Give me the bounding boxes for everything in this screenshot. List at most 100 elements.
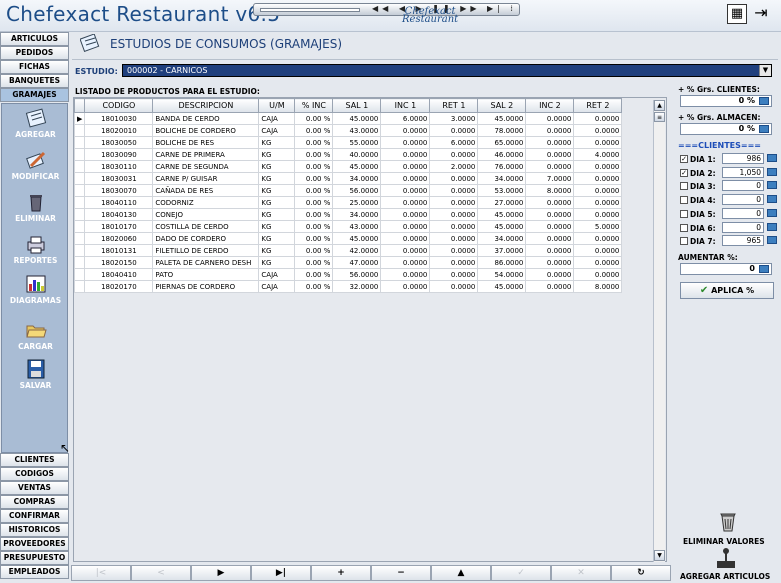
cell--inc[interactable]: 0.00 % [294,256,334,269]
table-row[interactable]: 18040130 CONEJO KG 0.00 % 34.0000 0.0000 0.000… [73,208,623,221]
table-row[interactable]: 18010131 FILETILLO DE CERDO KG 0.00 % 42.000… [73,244,623,257]
cell-inc-1[interactable]: 0.0000 [380,148,431,161]
calculator-icon[interactable] [767,222,777,231]
cell-inc-1[interactable]: 0.0000 [380,280,431,293]
joystick-icon[interactable] [714,547,738,569]
cell-inc-1[interactable]: 0.0000 [380,184,431,197]
column-header-ret-1[interactable]: RET 1 [429,98,479,113]
dia-value-field[interactable]: 1,050 [722,166,764,178]
cell-u-m[interactable]: KG [258,220,296,233]
cell-codigo[interactable]: 18020060 [84,232,154,245]
cell-u-m[interactable]: KG [258,232,296,245]
column-header-sal-1[interactable]: SAL 1 [332,98,382,113]
cell-u-m[interactable]: CAJA [258,268,296,281]
cell--inc[interactable]: 0.00 % [294,136,334,149]
pct-almacen-field[interactable]: 0 % [680,123,772,135]
cell-ret-2[interactable]: 5.0000 [573,220,623,233]
table-row[interactable]: 18040110 CODORNIZ KG 0.00 % 25.0000 0.0000 0.0… [73,196,623,209]
row-indicator[interactable] [73,268,86,281]
cell-inc-1[interactable]: 0.0000 [380,160,431,173]
table-row[interactable]: 18030070 CAÑADA DE RES KG 0.00 % 56.0000 0.00… [73,184,623,197]
table-row[interactable]: 18030110 CARNE DE SEGUNDA KG 0.00 % 45.0000 0… [73,160,623,173]
cell-inc-2[interactable]: 0.0000 [525,196,575,209]
dia-value-field[interactable]: 0 [722,180,764,192]
cell-codigo[interactable]: 18010170 [84,220,154,233]
cell-sal-1[interactable]: 34.0000 [332,172,382,185]
cell-ret-1[interactable]: 0.0000 [429,232,479,245]
table-row[interactable]: 18020170 PIERNAS DE CORDERO CAJA 0.00 % 32.0… [73,280,623,293]
scroll-up-icon[interactable]: ▲ [654,100,665,111]
cell-sal-1[interactable]: 47.0000 [332,256,382,269]
calculator-icon[interactable] [759,265,769,273]
cell--inc[interactable]: 0.00 % [294,124,334,137]
cargar-button[interactable]: CARGAR [2,320,69,351]
delete-record-button[interactable]: − [371,565,431,581]
cell-inc-1[interactable]: 0.0000 [380,220,431,233]
cell--inc[interactable]: 0.00 % [294,172,334,185]
aumentar-field[interactable]: 0 [680,263,772,275]
cell-descripcion[interactable]: PALETA DE CARNERO DESH [152,256,260,269]
modificar-button[interactable]: MODIFICAR [2,150,69,181]
cell--inc[interactable]: 0.00 % [294,232,334,245]
cell-u-m[interactable]: KG [258,160,296,173]
reportes-button[interactable]: REPORTES [2,234,69,265]
first-record-button[interactable]: |< [71,565,131,581]
cell--inc[interactable]: 0.00 % [294,160,334,173]
nav-proveedores[interactable]: PROVEEDORES [0,537,69,551]
refresh-record-button[interactable]: ↻ [611,565,671,581]
cell-sal-2[interactable]: 45.0000 [477,280,527,293]
row-indicator[interactable] [73,256,86,269]
nav-presupuesto[interactable]: PRESUPUESTO [0,551,69,565]
cell-ret-2[interactable]: 8.0000 [573,280,623,293]
cell-descripcion[interactable]: PATO [152,268,260,281]
cell-codigo[interactable]: 18020010 [84,124,154,137]
cell-inc-1[interactable]: 0.0000 [380,136,431,149]
cell-sal-2[interactable]: 45.0000 [477,112,527,125]
cell-ret-2[interactable]: 0.0000 [573,208,623,221]
row-indicator[interactable] [73,280,86,293]
cell-sal-2[interactable]: 54.0000 [477,268,527,281]
cell-inc-2[interactable]: 0.0000 [525,232,575,245]
cell-inc-1[interactable]: 6.0000 [380,112,431,125]
cell-inc-1[interactable]: 0.0000 [380,256,431,269]
table-row[interactable]: 18020060 DADO DE CORDERO KG 0.00 % 45.0000 0.… [73,232,623,245]
cell-sal-2[interactable]: 45.0000 [477,208,527,221]
cell-sal-1[interactable]: 45.0000 [332,112,382,125]
cell-sal-2[interactable]: 34.0000 [477,172,527,185]
cell-u-m[interactable]: KG [258,148,296,161]
cell--inc[interactable]: 0.00 % [294,280,334,293]
post-record-button[interactable]: ✓ [491,565,551,581]
products-grid[interactable]: CODIGO DESCRIPCION U/M% INC SAL 1 INC 1 RET 1… [73,97,667,562]
cell-inc-2[interactable]: 0.0000 [525,244,575,257]
cell-descripcion[interactable]: PIERNAS DE CORDERO [152,280,260,293]
media-player-bar[interactable]: ◀◀ ◀ ▶ ❚❚ ▶▶ ▶| ⁞ [253,3,520,16]
cell-descripcion[interactable]: CONEJO [152,208,260,221]
cell-ret-2[interactable]: 0.0000 [573,124,623,137]
calculator-icon[interactable] [767,236,777,245]
cell-sal-2[interactable]: 45.0000 [477,220,527,233]
cell-ret-2[interactable]: 0.0000 [573,244,623,257]
row-indicator[interactable] [73,196,86,209]
cell-descripcion[interactable]: CARNE DE SEGUNDA [152,160,260,173]
cell-descripcion[interactable]: COSTILLA DE CERDO [152,220,260,233]
cell-inc-2[interactable]: 0.0000 [525,112,575,125]
dia-value-field[interactable]: 0 [722,194,764,206]
cell-sal-2[interactable]: 53.0000 [477,184,527,197]
cell-codigo[interactable]: 18030110 [84,160,154,173]
dia-value-field[interactable]: 986 [722,153,764,164]
cell-ret-2[interactable]: 0.0000 [573,136,623,149]
row-indicator[interactable] [73,208,86,221]
dia-checkbox[interactable] [680,223,688,232]
scroll-down-icon[interactable]: ▼ [654,550,665,561]
cell-ret-2[interactable]: 0.0000 [573,172,623,185]
dia-checkbox[interactable] [680,196,688,205]
cell-sal-1[interactable]: 56.0000 [332,268,382,281]
cell-codigo[interactable]: 18030070 [84,184,154,197]
cell-inc-2[interactable]: 0.0000 [525,208,575,221]
calculator-icon[interactable] [759,97,769,105]
cell-inc-2[interactable]: 0.0000 [525,136,575,149]
cell-inc-2[interactable]: 8.0000 [525,184,575,197]
chevron-down-icon[interactable]: ▼ [759,65,771,76]
calculator-icon[interactable] [767,154,777,162]
aplica-button[interactable]: ✔ APLICA % [680,282,774,299]
